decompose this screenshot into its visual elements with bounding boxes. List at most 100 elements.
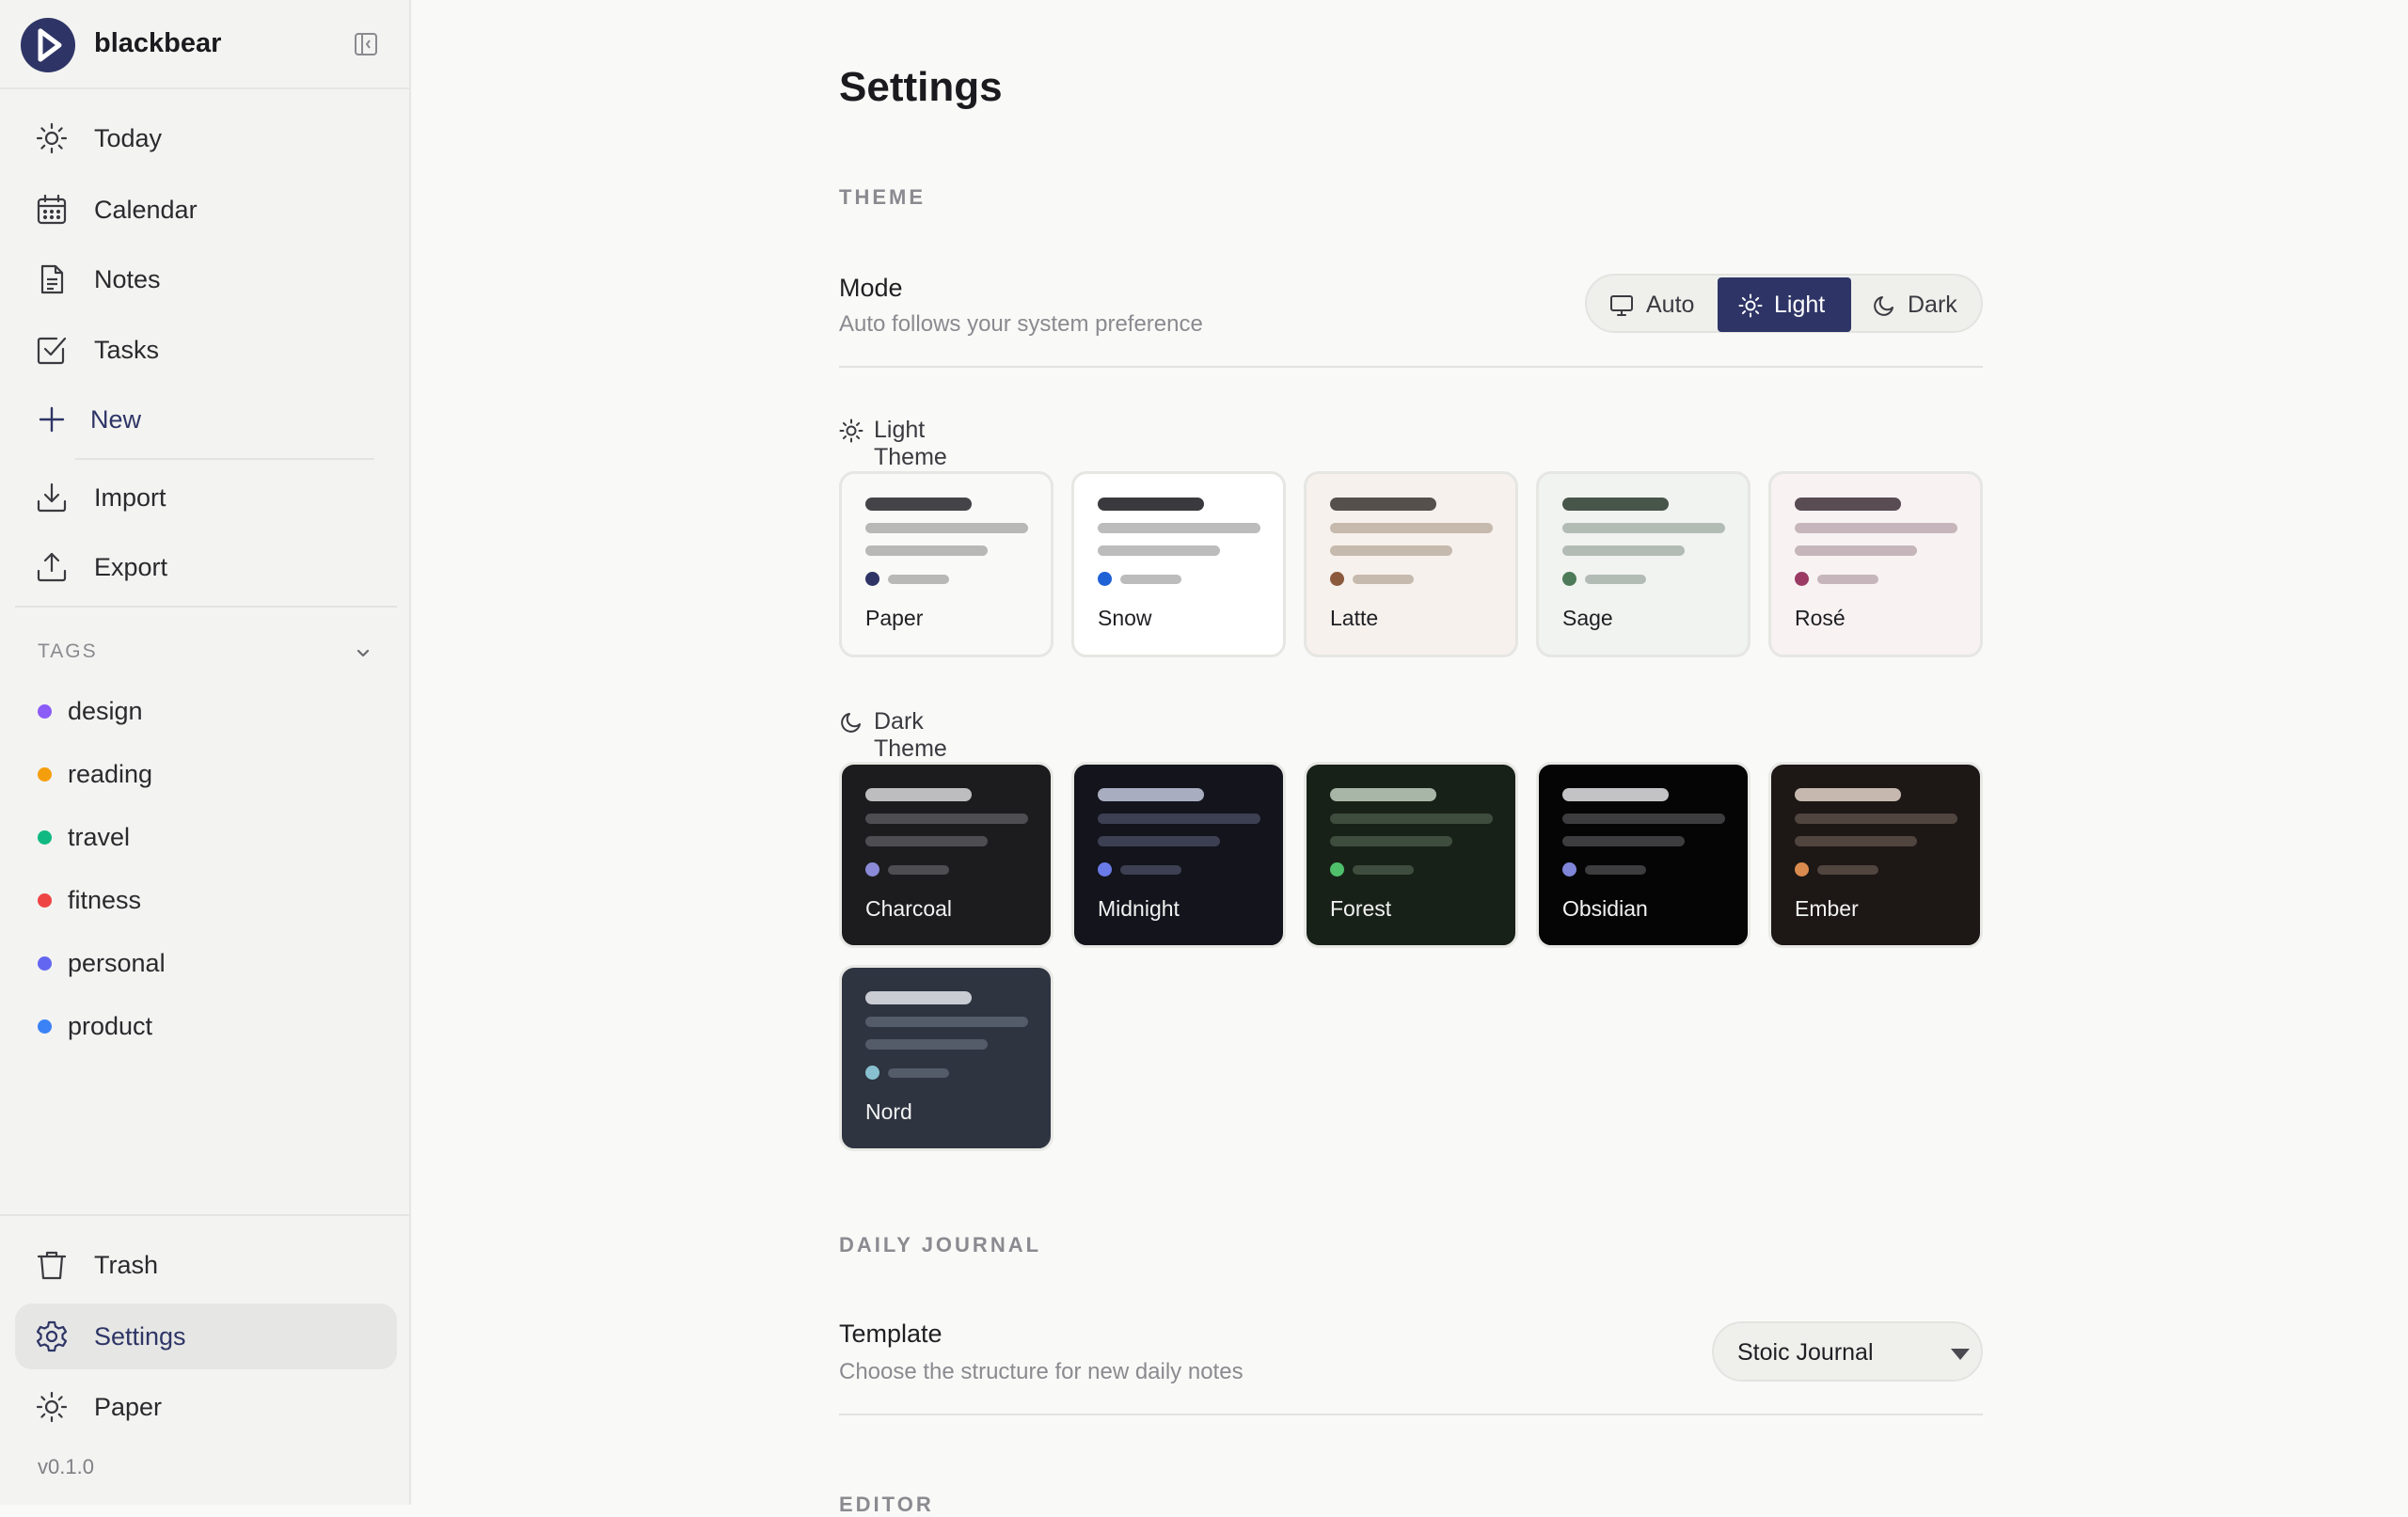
preview-accent-dot: [865, 572, 879, 586]
moon-icon: [1874, 296, 1893, 316]
theme-card-obsidian[interactable]: Obsidian: [1536, 762, 1751, 948]
document-icon: [40, 264, 64, 294]
theme-card-nord[interactable]: Nord: [839, 965, 1054, 1151]
theme-card-ros[interactable]: Rosé: [1768, 471, 1983, 657]
tag-dot: [38, 767, 52, 782]
mode-dark-button[interactable]: Dark: [1851, 277, 1981, 332]
preview-line: [1585, 865, 1646, 875]
sidebar-collapse-icon[interactable]: [354, 32, 378, 56]
nav-export[interactable]: Export: [15, 534, 397, 600]
nav-label: Settings: [94, 1322, 186, 1351]
light-theme-label: Light Theme: [874, 417, 947, 470]
nav-settings[interactable]: Settings: [15, 1304, 397, 1369]
upload-icon: [37, 552, 67, 582]
tag-dot: [38, 830, 52, 845]
nav-label: Trash: [94, 1251, 159, 1279]
tag-label: product: [68, 1012, 153, 1040]
preview-heading-bar: [865, 498, 972, 511]
download-icon: [37, 482, 67, 513]
sidebar: blackbear Today Calendar Notes Tasks New…: [0, 0, 411, 1505]
preview-heading-bar: [1098, 788, 1204, 801]
preview-accent-dot: [1562, 862, 1576, 877]
theme-name: Charcoal: [865, 896, 953, 921]
preview-line: [1330, 523, 1493, 533]
nav-tasks[interactable]: Tasks: [15, 317, 397, 383]
sun-icon: [1738, 293, 1763, 318]
preview-accent-dot: [1098, 862, 1112, 877]
preview-line: [1562, 814, 1725, 824]
nav-today[interactable]: Today: [15, 105, 397, 171]
theme-card-sage[interactable]: Sage: [1536, 471, 1751, 657]
app-name: blackbear: [94, 28, 222, 58]
mode-segmented-control: Auto Light Dark: [1585, 274, 1983, 333]
divider: [839, 1414, 1983, 1415]
tag-dot: [38, 956, 52, 971]
template-title: Template: [839, 1319, 943, 1348]
mode-description: Auto follows your system preference: [839, 311, 1203, 337]
preview-accent-dot: [1330, 572, 1344, 586]
preview-line: [1795, 836, 1917, 846]
nav-label: Tasks: [94, 336, 160, 364]
settings-main: Settings THEME Mode Auto follows your sy…: [839, 0, 1983, 1516]
dark-theme-label: Dark Theme: [874, 708, 947, 762]
preview-line: [1330, 836, 1452, 846]
preview-line: [888, 575, 949, 584]
theme-card-latte[interactable]: Latte: [1304, 471, 1518, 657]
new-button[interactable]: New: [15, 387, 397, 452]
mode-light-button[interactable]: Light: [1718, 277, 1851, 332]
nav-calendar[interactable]: Calendar: [15, 177, 397, 243]
sun-icon: [36, 122, 68, 154]
theme-toggle[interactable]: Paper: [15, 1374, 397, 1440]
preview-line: [1795, 545, 1917, 556]
nav-import[interactable]: Import: [15, 465, 397, 530]
theme-name: Midnight: [1098, 896, 1180, 921]
caret-down-icon: [1951, 1349, 1970, 1360]
section-daily-journal: DAILY JOURNAL: [839, 1233, 1042, 1256]
template-select-value: Stoic Journal: [1737, 1339, 1874, 1366]
preview-accent-dot: [1098, 572, 1112, 586]
theme-name: Forest: [1330, 896, 1392, 921]
preview-heading-bar: [1562, 498, 1669, 511]
page-title: Settings: [839, 64, 1003, 110]
preview-line: [1817, 575, 1878, 584]
theme-card-ember[interactable]: Ember: [1768, 762, 1983, 948]
preview-heading-bar: [865, 991, 972, 1004]
chevron-down-icon[interactable]: [353, 643, 373, 664]
nav-trash[interactable]: Trash: [15, 1232, 397, 1298]
template-select[interactable]: Stoic Journal: [1712, 1321, 1983, 1382]
preview-line: [1098, 814, 1260, 824]
preview-line: [1562, 523, 1725, 533]
preview-heading-bar: [1795, 498, 1901, 511]
tag-label: design: [68, 697, 143, 725]
sun-icon: [839, 419, 863, 443]
preview-accent-dot: [1795, 572, 1809, 586]
checkbox-icon: [37, 337, 67, 365]
nav-notes[interactable]: Notes: [15, 246, 397, 312]
tag-dot: [38, 893, 52, 908]
app-version: v0.1.0: [38, 1455, 94, 1478]
preview-line: [1120, 575, 1181, 584]
preview-accent-dot: [865, 862, 879, 877]
preview-accent-dot: [865, 1066, 879, 1080]
tags-header: TAGS: [38, 640, 98, 662]
theme-card-midnight[interactable]: Midnight: [1071, 762, 1286, 948]
divider: [15, 606, 397, 608]
preview-line: [1098, 523, 1260, 533]
preview-heading-bar: [865, 788, 972, 801]
theme-card-forest[interactable]: Forest: [1304, 762, 1518, 948]
nav-label: New: [90, 405, 142, 434]
gear-icon: [36, 1320, 68, 1352]
theme-card-charcoal[interactable]: Charcoal: [839, 762, 1054, 948]
divider: [0, 1214, 409, 1216]
sun-icon: [36, 1391, 68, 1423]
mode-dark-label: Dark: [1908, 292, 1957, 318]
theme-card-snow[interactable]: Snow: [1071, 471, 1286, 657]
theme-name: Sage: [1562, 606, 1613, 630]
theme-name: Snow: [1098, 606, 1152, 630]
mode-auto-label: Auto: [1646, 292, 1695, 318]
mode-title: Mode: [839, 274, 903, 302]
preview-line: [1353, 575, 1414, 584]
theme-card-paper[interactable]: Paper: [839, 471, 1054, 657]
mode-auto-button[interactable]: Auto: [1589, 277, 1718, 332]
preview-line: [1585, 575, 1646, 584]
